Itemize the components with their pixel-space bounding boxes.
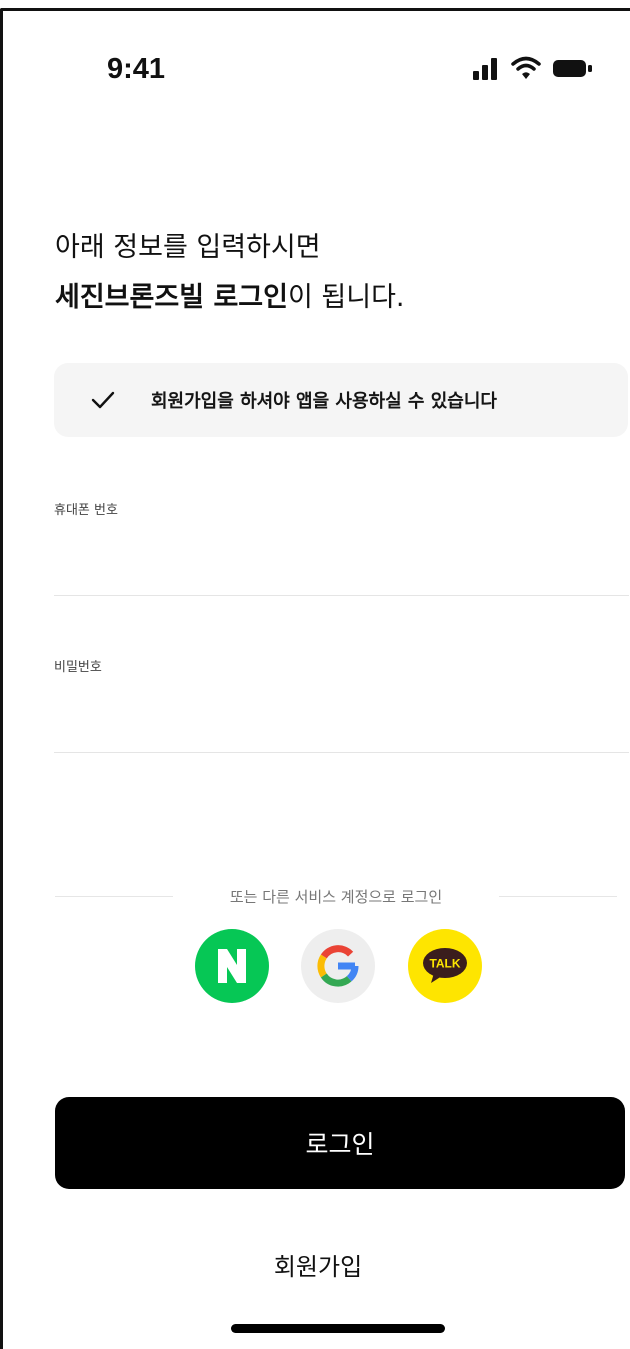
google-icon [317,945,359,987]
heading-line-2: 세진브론즈빌 로그인이 됩니다. [55,273,405,323]
password-label: 비밀번호 [54,660,102,675]
kakao-talk-label: TALK [429,957,460,971]
divider-line-right [499,896,617,897]
device-frame: 9:41 아래 정보를 입력하시면 세진브론즈빌 로그인이 됩니다. 회원가입을… [0,8,630,1349]
google-login-button[interactable] [301,929,375,1003]
home-indicator [231,1324,445,1333]
signal-icon [473,55,503,85]
password-field: 비밀번호 [54,656,629,753]
social-divider: 또는 다른 서비스 계정으로 로그인 [55,881,617,911]
signup-link[interactable]: 회원가입 [3,1247,630,1282]
battery-icon [553,58,595,84]
naver-login-button[interactable] [195,929,269,1003]
kakao-talk-icon: TALK [423,948,467,983]
heading-brand: 세진브론즈빌 로그인 [55,282,288,313]
heading-line-1: 아래 정보를 입력하시면 [55,232,321,263]
kakao-login-button[interactable]: TALK [408,929,482,1003]
login-button[interactable]: 로그인 [55,1097,625,1189]
phone-input[interactable] [54,533,629,577]
phone-field: 휴대폰 번호 [54,499,629,596]
signup-notice: 회원가입을 하셔야 앱을 사용하실 수 있습니다 [54,363,628,437]
heading-suffix: 이 됩니다. [287,282,405,313]
naver-icon [218,949,246,983]
wifi-icon [511,55,541,85]
notice-text: 회원가입을 하셔야 앱을 사용하실 수 있습니다 [151,391,497,412]
status-time: 9:41 [107,53,166,85]
status-bar: 9:41 [3,11,630,121]
page-heading: 아래 정보를 입력하시면 세진브론즈빌 로그인이 됩니다. [55,223,405,323]
password-input[interactable] [54,690,629,734]
check-icon [88,385,118,415]
phone-label: 휴대폰 번호 [54,503,118,518]
status-icons [473,55,613,85]
